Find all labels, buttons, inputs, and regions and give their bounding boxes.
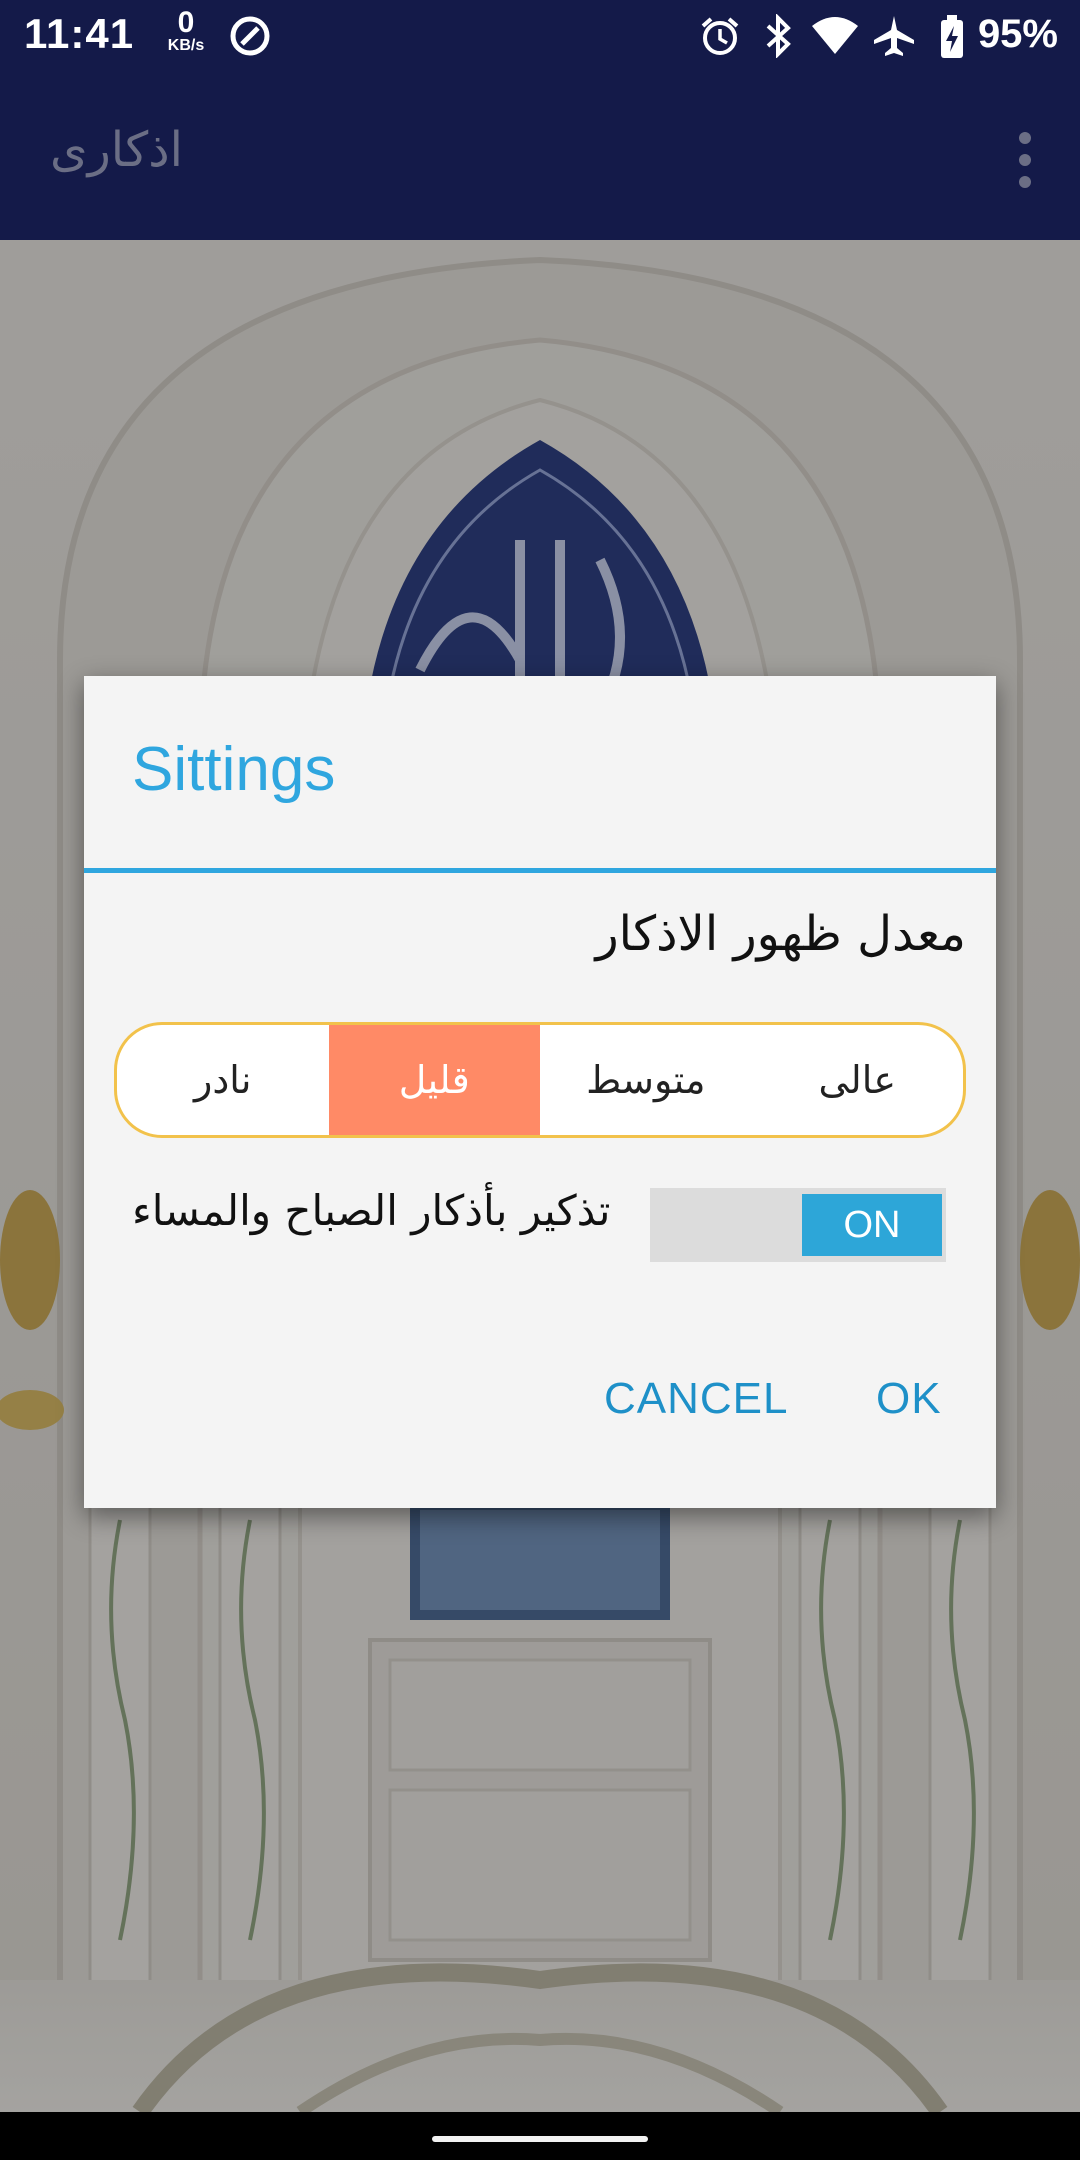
data-saver-icon (228, 14, 272, 62)
status-bar: 11:41 0 KB/s 95% (0, 0, 1080, 72)
screen: 11:41 0 KB/s 95% اذكارى Sittings معدل ظه… (0, 0, 1080, 2160)
app-bar: اذكارى (0, 72, 1080, 240)
alarm-icon (698, 14, 742, 62)
battery-percentage: 95% (977, 12, 1058, 56)
ok-button[interactable]: OK (876, 1374, 942, 1424)
status-time: 11:41 (24, 10, 135, 57)
cancel-button[interactable]: CANCEL (604, 1374, 789, 1424)
home-gesture-handle[interactable] (432, 2136, 648, 2142)
frequency-segmented-control: نادر قليل متوسط عالى (114, 1022, 966, 1138)
frequency-option-rare[interactable]: نادر (117, 1025, 329, 1135)
frequency-option-high[interactable]: عالى (752, 1025, 964, 1135)
title-divider (84, 868, 996, 873)
more-vert-icon[interactable] (1010, 132, 1040, 192)
dialog-title: Sittings (132, 735, 336, 804)
airplane-icon (872, 14, 916, 62)
reminder-toggle[interactable]: ON (650, 1188, 946, 1262)
frequency-option-low[interactable]: قليل (328, 1025, 540, 1135)
toggle-on-thumb: ON (802, 1194, 942, 1256)
navigation-bar (0, 2112, 1080, 2160)
frequency-label: معدل ظهور الاذكار (595, 906, 967, 962)
app-title: اذكارى (50, 122, 183, 178)
battery-charging-icon (938, 14, 966, 64)
settings-dialog: Sittings معدل ظهور الاذكار نادر قليل متو… (84, 676, 996, 1508)
wifi-icon (810, 14, 860, 62)
network-speed-unit: KB/s (167, 37, 205, 54)
reminder-label: تذكير بأذكار الصباح والمساء (132, 1186, 611, 1235)
bluetooth-icon (758, 13, 798, 62)
network-speed: 0 KB/s (160, 8, 212, 54)
frequency-option-medium[interactable]: متوسط (540, 1025, 752, 1135)
network-speed-value: 0 (177, 6, 195, 39)
